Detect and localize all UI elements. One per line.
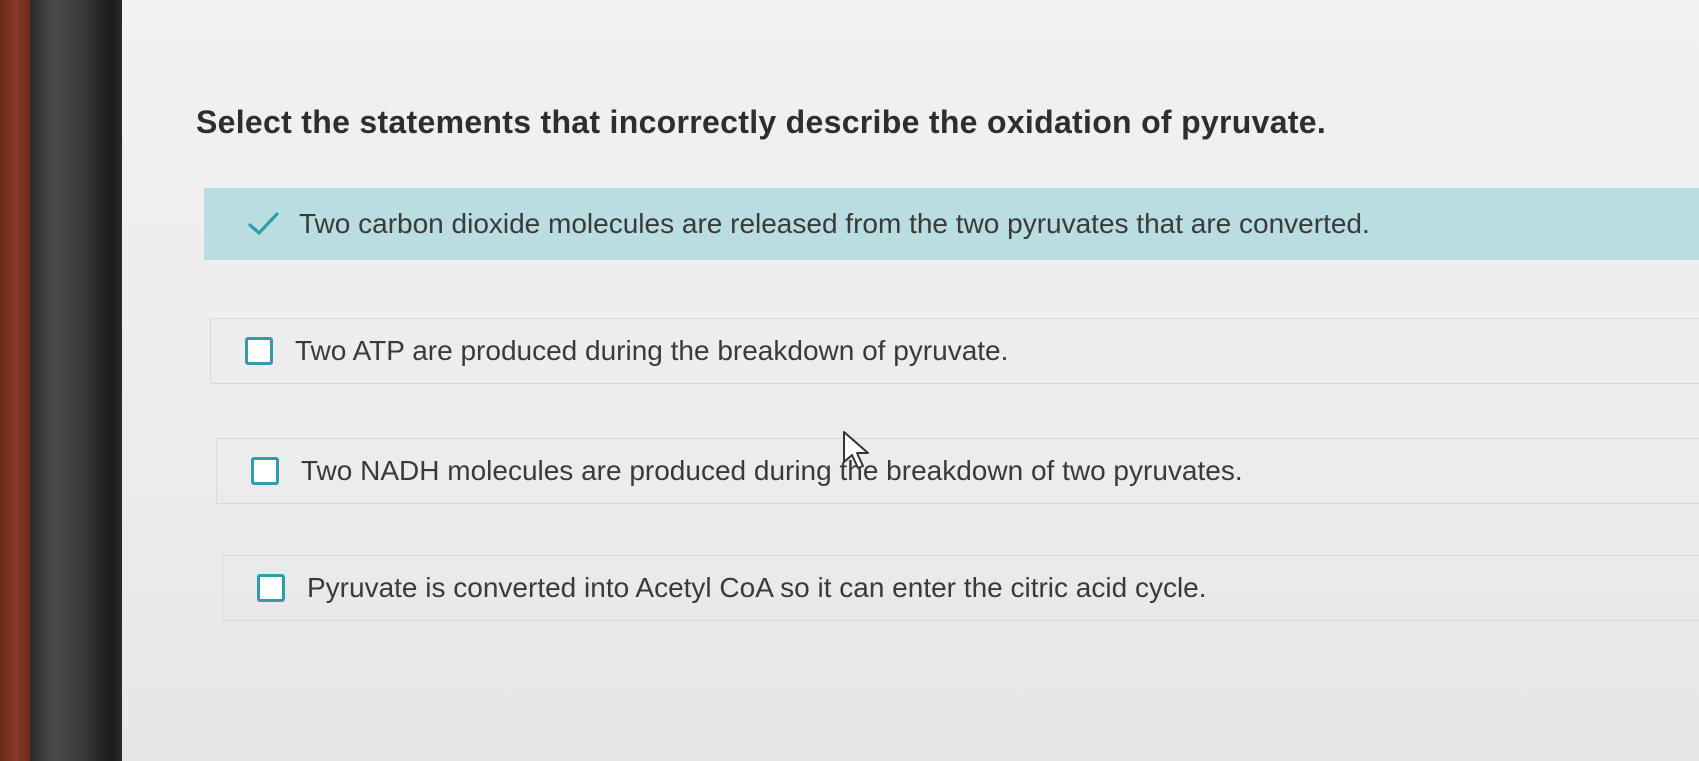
answer-option-3[interactable]: Two NADH molecules are produced during t… xyxy=(216,438,1699,504)
answer-option-label: Two ATP are produced during the breakdow… xyxy=(295,335,1009,366)
answer-option-2[interactable]: Two ATP are produced during the breakdow… xyxy=(210,318,1699,384)
answer-option-4[interactable]: Pyruvate is converted into Acetyl CoA so… xyxy=(222,555,1699,621)
checkbox[interactable] xyxy=(257,574,285,602)
checkbox[interactable] xyxy=(245,337,273,365)
answer-option-label: Two carbon dioxide molecules are release… xyxy=(299,208,1370,239)
check-icon xyxy=(248,212,279,235)
answer-option-label: Two NADH molecules are produced during t… xyxy=(301,455,1243,486)
answer-option-1[interactable]: Two carbon dioxide molecules are release… xyxy=(204,188,1699,260)
answer-option-label: Pyruvate is converted into Acetyl CoA so… xyxy=(307,572,1207,603)
cursor-arrow-icon xyxy=(843,431,869,469)
monitor-bezel xyxy=(30,0,125,761)
checkbox[interactable] xyxy=(251,457,279,485)
question-prompt: Select the statements that incorrectly d… xyxy=(196,104,1327,140)
